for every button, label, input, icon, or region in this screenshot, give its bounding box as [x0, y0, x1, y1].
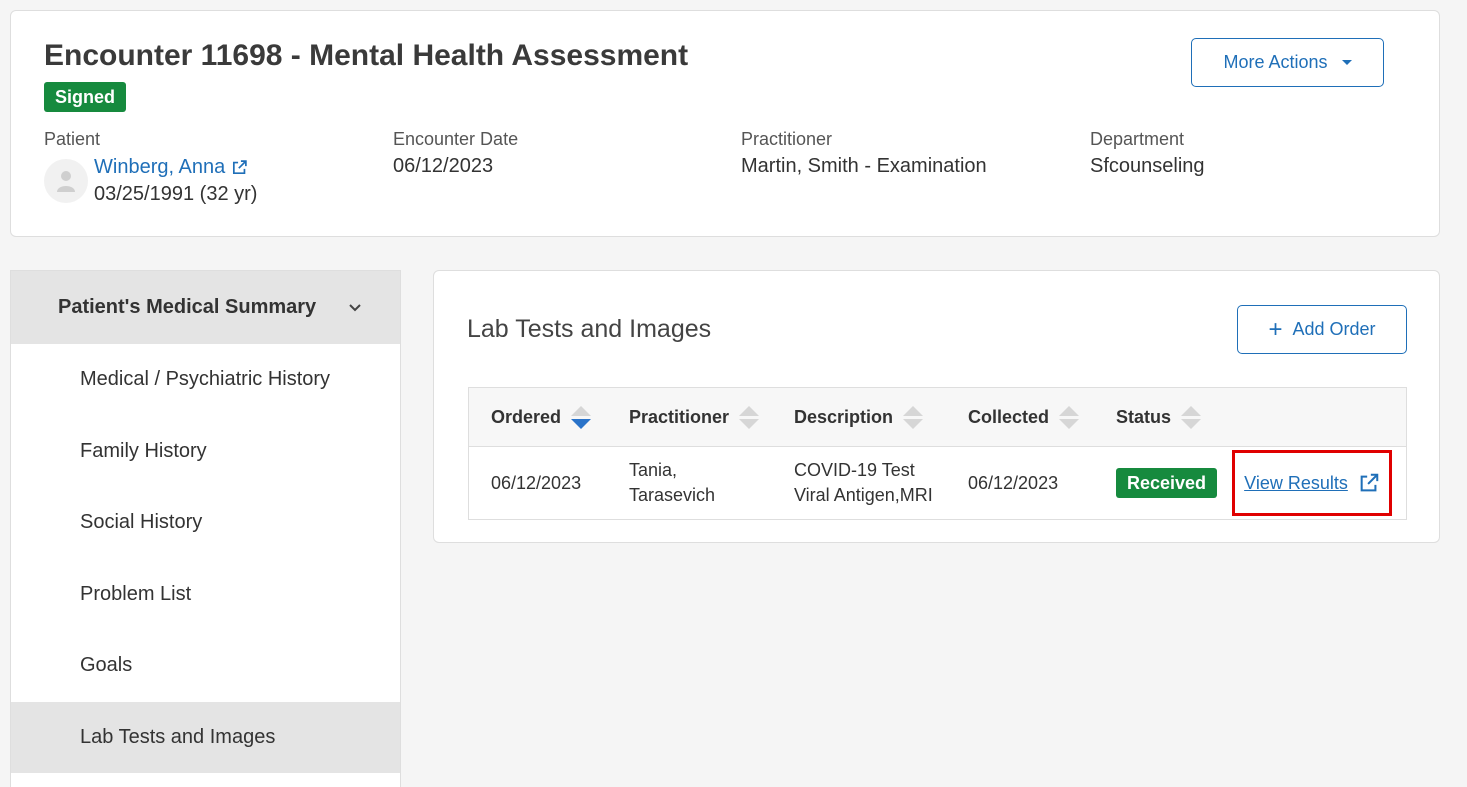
- column-header-ordered[interactable]: Ordered: [491, 388, 592, 447]
- department-label: Department: [1090, 129, 1185, 149]
- column-header-collected[interactable]: Collected: [968, 388, 1080, 447]
- user-icon: [57, 171, 75, 192]
- sidebar-item-label: Medical / Psychiatric History: [80, 368, 331, 391]
- lab-tests-card: Lab Tests and Images + Add Order Ordered…: [433, 270, 1440, 543]
- practitioner-value: Martin, Smith - Examination: [741, 155, 987, 177]
- practitioner-section: Practitioner Martin, Smith - Examination: [741, 129, 987, 178]
- view-results-label: View Results: [1244, 472, 1348, 493]
- sort-icon: [571, 406, 592, 429]
- sort-icon: [903, 406, 924, 429]
- patient-label: Patient: [44, 129, 101, 149]
- patient-section: Patient: [44, 129, 100, 155]
- section-title: Lab Tests and Images: [467, 315, 712, 343]
- sidebar-item-social-history[interactable]: Social History: [11, 487, 400, 559]
- cell-description-line2: Viral Antigen,MRI: [794, 485, 933, 505]
- cell-ordered: 06/12/2023: [491, 472, 582, 493]
- column-header-label: Practitioner: [629, 407, 730, 427]
- patient-name: Winberg, Anna: [94, 156, 226, 178]
- more-actions-label: More Actions: [1223, 52, 1328, 72]
- sidebar-item-label: Lab Tests and Images: [80, 725, 276, 748]
- cell-description-line1: COVID-19 Test: [794, 460, 915, 480]
- encounter-date-label: Encounter Date: [393, 129, 519, 149]
- sidebar-item-goals[interactable]: Goals: [11, 630, 400, 702]
- column-header-label: Collected: [968, 407, 1050, 427]
- sidebar-item-label: Goals: [80, 654, 133, 677]
- page-title: Encounter 11698 - Mental Health Assessme…: [44, 39, 689, 72]
- cell-collected: 06/12/2023: [968, 472, 1059, 493]
- sort-icon: [1059, 406, 1080, 429]
- sidebar-item-label: Problem List: [80, 582, 192, 605]
- status-badge: Signed: [44, 82, 127, 112]
- sidebar-item-lab-tests-and-images[interactable]: Lab Tests and Images: [11, 701, 400, 773]
- practitioner-label: Practitioner: [741, 129, 833, 149]
- encounter-date-value: 06/12/2023: [393, 155, 494, 177]
- sidebar-item-label: Family History: [80, 439, 207, 462]
- department-section: Department Sfcounseling: [1090, 129, 1205, 178]
- encounter-date-section: Encounter Date 06/12/2023: [393, 129, 518, 178]
- column-header-status[interactable]: Status: [1116, 388, 1202, 447]
- column-header-label: Ordered: [491, 407, 562, 427]
- cell-status: Received: [1116, 447, 1218, 519]
- patient-dob: 03/25/1991 (32 yr): [94, 183, 258, 205]
- table-header: Ordered Practitioner Description Collect…: [469, 388, 1406, 447]
- plus-icon: +: [1268, 315, 1283, 343]
- lab-tests-table: Ordered Practitioner Description Collect…: [468, 387, 1407, 520]
- add-order-button[interactable]: + Add Order: [1237, 305, 1407, 354]
- sidebar-item-problem-list[interactable]: Problem List: [11, 559, 400, 631]
- encounter-header-card: Encounter 11698 - Mental Health Assessme…: [10, 10, 1440, 237]
- column-header-label: Description: [794, 407, 894, 427]
- sidebar-section-title: Patient's Medical Summary: [58, 296, 317, 318]
- column-header-label: Status: [1116, 407, 1172, 427]
- view-results-link[interactable]: View Results: [1232, 450, 1392, 516]
- column-header-description[interactable]: Description: [794, 388, 924, 447]
- cell-description: COVID-19 Test Viral Antigen,MRI: [794, 447, 933, 519]
- sort-icon: [1181, 406, 1202, 429]
- chevron-down-icon: [349, 303, 361, 311]
- more-actions-button[interactable]: More Actions: [1191, 38, 1384, 87]
- sidebar-item-label: Social History: [80, 511, 203, 534]
- cell-practitioner-line2: Tarasevich: [629, 485, 716, 505]
- received-badge: Received: [1116, 468, 1218, 498]
- table-row: 06/12/2023 Tania, Tarasevich COVID-19 Te…: [469, 447, 1406, 519]
- sidebar: Patient's Medical Summary Medical / Psyc…: [10, 270, 401, 787]
- sidebar-section-toggle[interactable]: Patient's Medical Summary: [11, 271, 400, 344]
- add-order-label: Add Order: [1292, 319, 1376, 339]
- sort-icon: [739, 406, 760, 429]
- sidebar-item-family-history[interactable]: Family History: [11, 416, 400, 488]
- avatar: [44, 159, 88, 203]
- external-link-icon: [233, 160, 247, 175]
- department-value: Sfcounseling: [1090, 155, 1205, 177]
- sidebar-item-medical-psychiatric-history[interactable]: Medical / Psychiatric History: [11, 344, 400, 416]
- external-link-icon: [1360, 473, 1379, 492]
- cell-practitioner: Tania, Tarasevich: [629, 447, 715, 519]
- caret-down-icon: [1341, 60, 1352, 65]
- patient-name-link[interactable]: Winberg, Anna: [94, 156, 248, 179]
- column-header-practitioner[interactable]: Practitioner: [629, 388, 760, 447]
- cell-practitioner-line1: Tania,: [629, 460, 678, 480]
